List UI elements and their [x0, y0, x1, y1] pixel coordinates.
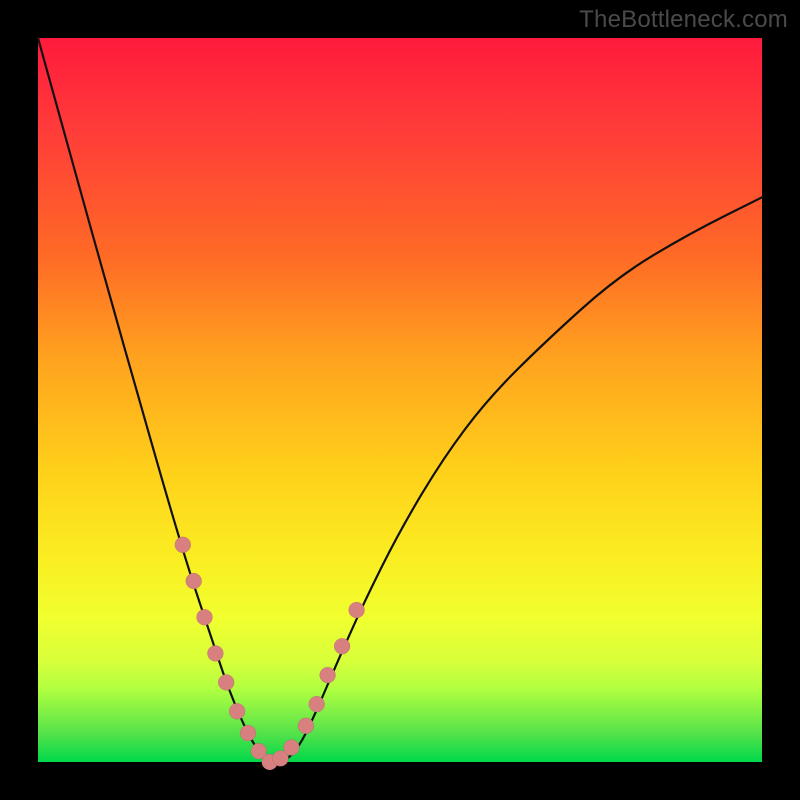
chart-stage: TheBottleneck.com [0, 0, 800, 800]
marker-point [240, 725, 256, 741]
marker-point [349, 602, 365, 618]
curve-layer [38, 38, 762, 762]
marker-point [334, 638, 350, 654]
watermark-text: TheBottleneck.com [579, 6, 788, 34]
marker-point [309, 696, 325, 712]
plot-area [38, 38, 762, 762]
marker-point [175, 537, 191, 553]
marker-point [186, 573, 202, 589]
bottleneck-curve [38, 38, 762, 762]
marker-point [298, 718, 314, 734]
marker-point [197, 609, 213, 625]
marker-point [320, 667, 336, 683]
marker-group [175, 537, 365, 770]
marker-point [283, 740, 299, 756]
marker-point [229, 703, 245, 719]
marker-point [207, 645, 223, 661]
marker-point [218, 674, 234, 690]
